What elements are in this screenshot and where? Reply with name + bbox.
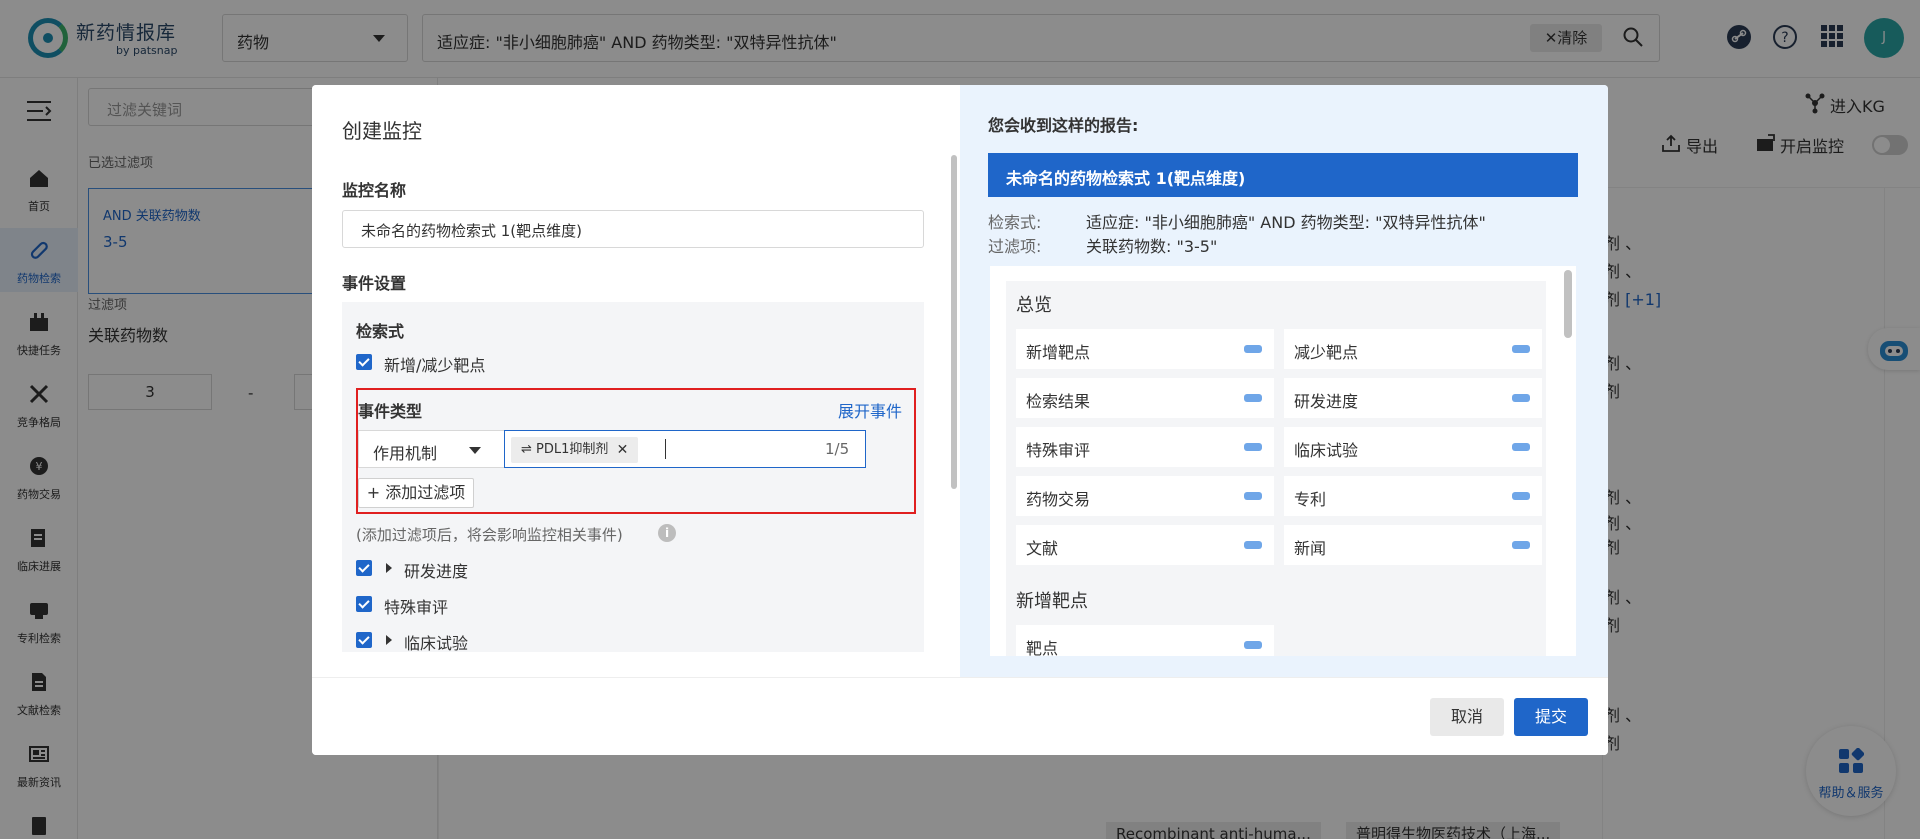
selected-mechanism-tag: ⇌ PDL1抑制剂 ✕: [511, 437, 639, 463]
info-icon[interactable]: i: [658, 524, 676, 542]
overview-item: 文献: [1016, 525, 1274, 565]
submit-button[interactable]: 提交: [1514, 698, 1588, 736]
overview-item-label: 检索结果: [1026, 392, 1091, 411]
event-settings-label: 事件设置: [342, 274, 407, 293]
new-target-item-label: 靶点: [1026, 639, 1059, 656]
monitor-settings-pane: 创建监控 监控名称 未命名的药物检索式 1(靶点维度) 事件设置 检索式 新增/…: [312, 85, 960, 677]
event-checkbox[interactable]: [356, 596, 372, 612]
overview-item: 新增靶点: [1016, 329, 1274, 369]
report-query-key: 检索式:: [988, 213, 1042, 232]
event-settings-scroll-area[interactable]: 检索式 新增/减少靶点 事件类型 展开事件 作用机制 ⇌ PDL1抑制剂 ✕ 1…: [342, 302, 924, 652]
expand-events-link[interactable]: 展开事件: [838, 398, 902, 422]
overview-section-label: 总览: [1016, 295, 1052, 316]
add-filter-button[interactable]: + 添加过滤项: [358, 478, 474, 508]
monitor-name-label: 监控名称: [342, 181, 407, 200]
overview-item-label: 研发进度: [1294, 392, 1359, 411]
add-remove-target-label: 新增/减少靶点: [384, 356, 486, 375]
dialog-footer: 取消 提交: [312, 677, 1608, 755]
expand-caret-icon[interactable]: [386, 635, 392, 645]
report-preview-card: 总览 新增靶点 减少靶点检索结果 研发进度特殊审评 临床试验药物交易 专利文献 新闻 新增…: [1006, 281, 1546, 656]
chevron-down-icon: [469, 447, 481, 454]
report-query-value: 适应症: "非小细胞肺癌" AND 药物类型: "双特异性抗体": [1086, 213, 1486, 232]
mechanism-select-value: 作用机制: [373, 444, 438, 463]
overview-item-label: 临床试验: [1294, 441, 1359, 460]
scrollbar-thumb[interactable]: [951, 155, 957, 489]
toggle-indicator-icon: [1244, 641, 1262, 649]
monitor-name-input[interactable]: 未命名的药物检索式 1(靶点维度): [342, 210, 924, 248]
new-target-section-label: 新增靶点: [1016, 591, 1088, 612]
add-remove-target-checkbox[interactable]: [356, 354, 372, 370]
scrollbar-thumb[interactable]: [1564, 270, 1572, 338]
monitor-name-value: 未命名的药物检索式 1(靶点维度): [361, 222, 583, 240]
report-preview-title: 您会收到这样的报告:: [988, 116, 1139, 135]
overview-item: 新闻: [1284, 525, 1542, 565]
overview-item: 特殊审评: [1016, 427, 1274, 467]
overview-item: 检索结果: [1016, 378, 1274, 418]
event-checkbox-label: 特殊审评: [384, 598, 449, 617]
toggle-indicator-icon: [1244, 443, 1262, 451]
mechanism-select[interactable]: 作用机制: [358, 430, 506, 468]
event-checkbox-label: 临床试验: [404, 634, 469, 652]
event-checkbox[interactable]: [356, 560, 372, 576]
text-cursor: [665, 439, 666, 459]
report-banner: 未命名的药物检索式 1(靶点维度): [988, 153, 1578, 197]
overview-item: 减少靶点: [1284, 329, 1542, 369]
toggle-indicator-icon: [1244, 541, 1262, 549]
tag-count: 1/5: [825, 440, 850, 458]
toggle-indicator-icon: [1244, 492, 1262, 500]
overview-item-label: 特殊审评: [1026, 441, 1091, 460]
toggle-indicator-icon: [1512, 394, 1530, 402]
report-banner-title: 未命名的药物检索式 1(靶点维度): [1006, 169, 1246, 188]
dialog-title: 创建监控: [342, 119, 422, 143]
overview-item-label: 文献: [1026, 539, 1059, 558]
overview-item: 专利: [1284, 476, 1542, 516]
toggle-indicator-icon: [1244, 345, 1262, 353]
overview-item-label: 药物交易: [1026, 490, 1091, 509]
overview-item: 药物交易: [1016, 476, 1274, 516]
filter-hint-text: (添加过滤项后，将会影响监控相关事件): [356, 526, 623, 544]
toggle-indicator-icon: [1512, 541, 1530, 549]
report-filter-key: 过滤项:: [988, 237, 1042, 256]
overview-item-label: 减少靶点: [1294, 343, 1359, 362]
event-checkbox-label: 研发进度: [404, 562, 469, 581]
report-filter-value: 关联药物数: "3-5": [1086, 237, 1218, 256]
toggle-indicator-icon: [1244, 394, 1262, 402]
toggle-indicator-icon: [1512, 492, 1530, 500]
report-preview-scroll[interactable]: 总览 新增靶点 减少靶点检索结果 研发进度特殊审评 临床试验药物交易 专利文献 新闻 新增…: [990, 266, 1576, 656]
event-type-box: 事件类型 展开事件 作用机制 ⇌ PDL1抑制剂 ✕ 1/5 + 添加过滤项: [356, 388, 916, 514]
remove-tag-icon[interactable]: ✕: [617, 437, 629, 463]
new-target-item: 靶点: [1016, 625, 1274, 656]
overview-item-label: 新增靶点: [1026, 343, 1091, 362]
query-section-label: 检索式: [356, 322, 405, 341]
event-type-label: 事件类型: [358, 402, 423, 421]
tag-label: ⇌ PDL1抑制剂: [521, 442, 609, 457]
report-preview-pane: 您会收到这样的报告: 未命名的药物检索式 1(靶点维度) 检索式: 适应症: "…: [960, 85, 1608, 677]
create-monitor-dialog: 创建监控 监控名称 未命名的药物检索式 1(靶点维度) 事件设置 检索式 新增/…: [312, 85, 1608, 755]
mechanism-tag-input[interactable]: ⇌ PDL1抑制剂 ✕ 1/5: [504, 430, 866, 468]
overview-item-label: 专利: [1294, 490, 1327, 509]
expand-caret-icon[interactable]: [386, 563, 392, 573]
overview-item: 临床试验: [1284, 427, 1542, 467]
toggle-indicator-icon: [1512, 443, 1530, 451]
overview-item-label: 新闻: [1294, 539, 1327, 558]
event-checkbox[interactable]: [356, 632, 372, 648]
overview-item: 研发进度: [1284, 378, 1542, 418]
toggle-indicator-icon: [1512, 345, 1530, 353]
cancel-button[interactable]: 取消: [1430, 698, 1504, 736]
